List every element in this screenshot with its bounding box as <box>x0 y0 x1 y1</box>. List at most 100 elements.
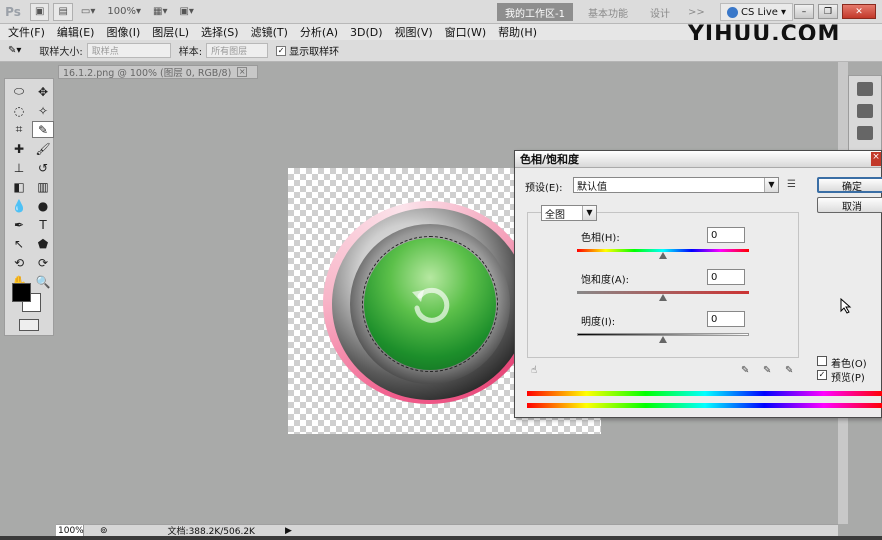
3d-orbit-tool-icon[interactable]: ⟳ <box>32 254 54 271</box>
history-brush-tool-icon[interactable]: ↺ <box>32 159 54 176</box>
lasso-tool-icon[interactable]: ◌ <box>8 102 30 119</box>
mouse-cursor-icon <box>840 298 852 314</box>
restore-icon: ❐ <box>823 6 833 17</box>
colorize-checkbox[interactable] <box>817 356 827 366</box>
zoom-tool-icon[interactable]: 🔍 <box>32 273 54 290</box>
type-tool-icon[interactable]: T <box>32 216 54 233</box>
eyedropper-icon[interactable]: ✎ <box>741 365 753 377</box>
preview-label: 预览(P) <box>831 373 865 384</box>
menu-select[interactable]: 选择(S) <box>201 24 239 40</box>
stamp-tool-icon[interactable]: ⊥ <box>8 159 30 176</box>
cs-live-icon <box>727 6 738 18</box>
application-bar: Ps ▣ ▤ ▭▾ 100% ▾ ▦▾ ▣▾ 我的工作区-1 基本功能 设计 >>… <box>0 0 882 24</box>
workspace-design-button[interactable]: 设计 <box>650 3 670 21</box>
mini-bridge-button[interactable]: ▤ <box>53 2 73 21</box>
sample-value: 所有图层 <box>211 47 248 57</box>
colorize-label: 着色(O) <box>831 359 867 370</box>
workspace-active-button[interactable]: 我的工作区-1 <box>497 3 573 21</box>
zoom-level-select[interactable]: 100% ▾ <box>103 3 145 21</box>
view-extras-button[interactable]: ▭▾ <box>77 3 99 21</box>
menu-layer[interactable]: 图层(L) <box>152 24 189 40</box>
preset-select[interactable]: 默认值 ▼ <box>573 177 779 193</box>
saturation-slider-thumb[interactable] <box>659 294 667 301</box>
chevron-down-icon: ▼ <box>764 178 778 192</box>
lightness-input[interactable]: 0 <box>707 311 745 327</box>
dodge-tool-icon[interactable]: ● <box>32 197 54 214</box>
workspace-basic-button[interactable]: 基本功能 <box>588 3 628 21</box>
status-zoom-field[interactable]: 100% <box>56 524 84 537</box>
status-icon[interactable]: ⊚ <box>100 526 108 536</box>
restore-button[interactable]: ❐ <box>818 4 838 19</box>
sample-size-select[interactable]: 取样点 <box>86 43 171 58</box>
eyedropper-tool-icon[interactable]: ✎ <box>32 121 54 138</box>
arrange-documents-button[interactable]: ▦▾ <box>149 3 171 21</box>
menu-3d[interactable]: 3D(D) <box>350 26 383 39</box>
3d-rotate-tool-icon[interactable]: ⟲ <box>8 254 30 271</box>
marquee-tool-icon[interactable]: ⬭ <box>8 83 30 100</box>
show-ring-checkbox[interactable]: ✓ <box>276 45 287 56</box>
menu-file[interactable]: 文件(F) <box>8 24 45 40</box>
shape-tool-icon[interactable]: ⬟ <box>32 235 54 252</box>
gradient-tool-icon[interactable]: ▥ <box>32 178 54 195</box>
lightness-slider-thumb[interactable] <box>659 336 667 343</box>
preset-options-icon[interactable]: ☰ <box>787 179 799 191</box>
quick-select-tool-icon[interactable]: ✧ <box>32 102 54 119</box>
ok-button[interactable]: 确定 <box>817 177 882 193</box>
path-select-tool-icon[interactable]: ↖ <box>8 235 30 252</box>
close-window-button[interactable]: ✕ <box>842 4 876 19</box>
preview-checkbox[interactable]: ✓ <box>817 370 827 380</box>
blur-tool-icon[interactable]: 💧 <box>8 197 30 214</box>
healing-tool-icon[interactable]: ✚ <box>8 140 30 157</box>
hue-slider-thumb[interactable] <box>659 252 667 259</box>
menu-edit[interactable]: 编辑(E) <box>57 24 95 40</box>
eyedropper-plus-icon[interactable]: ✎ <box>763 365 775 377</box>
crop-tool-icon[interactable]: ⌗ <box>8 121 30 138</box>
cs-live-button[interactable]: CS Live ▾ <box>720 3 793 21</box>
menu-help[interactable]: 帮助(H) <box>498 24 537 40</box>
eyedropper-preset-icon[interactable]: ✎▾ <box>8 45 21 56</box>
menu-analysis[interactable]: 分析(A) <box>300 24 338 40</box>
output-color-spectrum <box>527 403 882 408</box>
masks-panel-icon[interactable] <box>857 126 873 140</box>
layers-panel-icon[interactable] <box>857 82 873 96</box>
screen-mode-icon: ▣▾ <box>179 6 194 17</box>
menu-window[interactable]: 窗口(W) <box>445 24 486 40</box>
screen-mode-button[interactable]: ▣▾ <box>175 3 197 21</box>
cancel-button[interactable]: 取消 <box>817 197 882 213</box>
channel-value: 全图 <box>545 209 565 221</box>
button-image-metal-ring <box>332 208 528 400</box>
minimize-button[interactable]: – <box>794 4 814 19</box>
dialog-close-button[interactable]: × <box>871 152 881 166</box>
document-tab-title: 16.1.2.png @ 100% (图层 0, RGB/8) <box>63 68 232 79</box>
move-tool-icon[interactable]: ✥ <box>32 83 54 100</box>
eyedropper-minus-icon[interactable]: ✎ <box>785 365 797 377</box>
channel-select[interactable]: 全图 ▼ <box>541 205 597 221</box>
dialog-title: 色相/饱和度 <box>520 153 580 166</box>
status-menu-arrow-icon[interactable]: ▶ <box>285 526 292 536</box>
foreground-color-swatch[interactable] <box>12 283 31 302</box>
saturation-input[interactable]: 0 <box>707 269 745 285</box>
targeted-adjustment-icon[interactable]: ☝ <box>531 365 543 377</box>
adjustments-panel-icon[interactable] <box>857 104 873 118</box>
saturation-label: 饱和度(A): <box>581 275 630 286</box>
bridge-button[interactable]: ▣ <box>30 2 50 21</box>
quick-mask-icon[interactable] <box>19 319 39 331</box>
lightness-label: 明度(I): <box>581 317 616 328</box>
pen-tool-icon[interactable]: ✒ <box>8 216 30 233</box>
close-icon[interactable]: × <box>237 67 248 77</box>
document-tab[interactable]: 16.1.2.png @ 100% (图层 0, RGB/8) × <box>58 65 258 79</box>
more-workspaces-button[interactable]: >> <box>688 3 705 21</box>
eraser-tool-icon[interactable]: ◧ <box>8 178 30 195</box>
chevron-down-icon: ▾ <box>135 6 141 17</box>
refresh-icon <box>412 287 450 323</box>
chevron-down-icon: ▼ <box>582 206 596 220</box>
sample-select[interactable]: 所有图层 <box>206 43 269 58</box>
status-bar: 100% ⊚ 文档:388.2K/506.2K ▶ <box>56 524 838 537</box>
brush-tool-icon[interactable]: 🖌 <box>32 140 54 157</box>
dialog-title-bar[interactable]: 色相/饱和度 <box>515 151 881 168</box>
mini-bridge-icon: ▤ <box>58 6 68 17</box>
menu-view[interactable]: 视图(V) <box>395 24 433 40</box>
menu-image[interactable]: 图像(I) <box>106 24 140 40</box>
hue-input[interactable]: 0 <box>707 227 745 243</box>
menu-filter[interactable]: 滤镜(T) <box>251 24 288 40</box>
